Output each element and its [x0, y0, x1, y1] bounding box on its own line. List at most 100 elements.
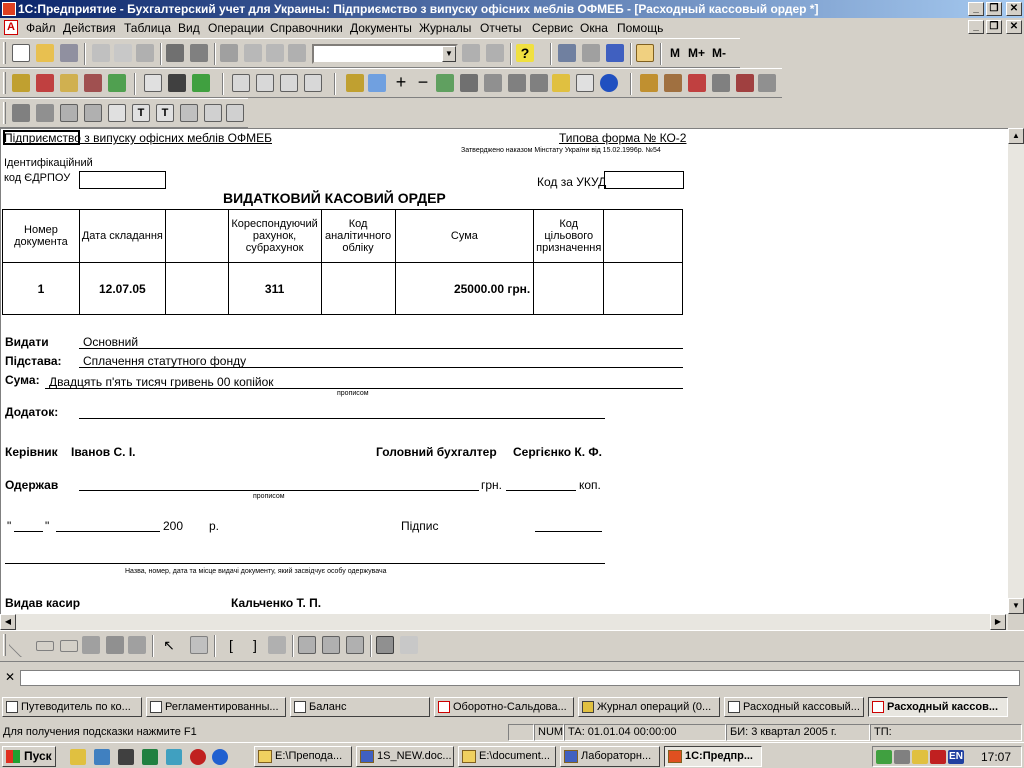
- save-icon[interactable]: [60, 44, 78, 62]
- picture-icon[interactable]: [204, 104, 222, 122]
- task-button[interactable]: 1S_NEW.doc...: [356, 746, 454, 767]
- horizontal-scrollbar[interactable]: ◀ ▶: [0, 614, 1008, 630]
- chart-icon[interactable]: [226, 104, 244, 122]
- menu-actions[interactable]: Действия: [63, 21, 116, 35]
- memory-button[interactable]: M: [670, 46, 680, 60]
- excel-icon[interactable]: [142, 749, 158, 765]
- maximize-button[interactable]: ❐: [986, 2, 1002, 16]
- cell-empty[interactable]: [164, 262, 229, 315]
- filter-icon[interactable]: [436, 74, 454, 92]
- operation-wizard-icon[interactable]: [108, 74, 126, 92]
- ukud-code-field[interactable]: [604, 171, 684, 189]
- close-button[interactable]: ✕: [1006, 2, 1022, 16]
- bracket-left-icon[interactable]: [: [222, 636, 240, 654]
- document-list-icon[interactable]: [232, 74, 250, 92]
- basis-value[interactable]: Сплачення статутного фонду: [83, 354, 246, 368]
- invoice-icon[interactable]: [256, 74, 274, 92]
- window-tab[interactable]: Регламентированны...: [146, 697, 286, 717]
- memory-subtract-button[interactable]: M-: [712, 46, 726, 60]
- sort-asc-icon[interactable]: [508, 74, 526, 92]
- cell-analytic-code[interactable]: [320, 262, 396, 315]
- field-icon[interactable]: [180, 104, 198, 122]
- doc-close-button[interactable]: ✕: [1006, 20, 1022, 34]
- table-icon[interactable]: [460, 74, 478, 92]
- find-icon[interactable]: [288, 44, 306, 62]
- message-field[interactable]: [20, 670, 1020, 686]
- text-format-icon[interactable]: T: [156, 104, 174, 122]
- cut-icon[interactable]: [92, 44, 110, 62]
- kaspersky-icon[interactable]: [930, 750, 946, 764]
- properties-icon[interactable]: [220, 44, 238, 62]
- menu-help[interactable]: Помощь: [617, 21, 663, 35]
- book-open-icon[interactable]: [346, 74, 364, 92]
- print-preview-icon[interactable]: [190, 44, 208, 62]
- start-button[interactable]: Пуск: [2, 746, 56, 767]
- toolbar-combo[interactable]: ▼: [312, 44, 458, 64]
- cell-purpose-code[interactable]: [533, 262, 605, 315]
- rectangle-icon[interactable]: [36, 641, 54, 651]
- checkered-icon[interactable]: [36, 104, 54, 122]
- language-indicator[interactable]: EN: [948, 750, 964, 764]
- window-tab-active[interactable]: Расходный кассов...: [868, 697, 1008, 717]
- close-icon[interactable]: ✕: [5, 670, 15, 684]
- print-icon[interactable]: [166, 44, 184, 62]
- selected-cell[interactable]: [3, 130, 80, 145]
- book-icon[interactable]: [636, 44, 654, 62]
- doc-minimize-button[interactable]: _: [968, 20, 984, 34]
- menu-file[interactable]: Файл: [26, 21, 56, 35]
- row-icon[interactable]: [298, 636, 316, 654]
- sheet-columns-icon[interactable]: [84, 104, 102, 122]
- cell-date[interactable]: 12.07.05: [78, 262, 166, 315]
- menu-view[interactable]: Вид: [178, 21, 200, 35]
- menu-table[interactable]: Таблица: [124, 21, 171, 35]
- help-icon[interactable]: ?: [516, 44, 534, 62]
- sum-in-words[interactable]: Двадцять п'ять тисяч гривень 00 копійок: [49, 375, 274, 389]
- ie-icon[interactable]: [212, 749, 228, 765]
- minus-icon[interactable]: −: [414, 73, 432, 92]
- opera-icon[interactable]: [190, 749, 206, 765]
- gear-icon[interactable]: [736, 74, 754, 92]
- desktop-icon[interactable]: [70, 749, 86, 765]
- menu-operations[interactable]: Операции: [208, 21, 264, 35]
- task-button[interactable]: Лабораторн...: [560, 746, 660, 767]
- bracket-right-icon[interactable]: ]: [246, 636, 264, 654]
- globe-icon[interactable]: [600, 74, 618, 92]
- tools-icon[interactable]: [688, 74, 706, 92]
- cell-sum[interactable]: 25000.00 грн.: [394, 262, 535, 315]
- picture-icon[interactable]: [82, 636, 100, 654]
- edrpou-code-field[interactable]: [79, 171, 166, 189]
- coins-icon[interactable]: [552, 74, 570, 92]
- cell-extra[interactable]: [603, 262, 683, 315]
- group-icon[interactable]: [190, 636, 208, 654]
- network-icon[interactable]: [912, 750, 928, 764]
- memo-icon[interactable]: [606, 44, 624, 62]
- ruler-icon[interactable]: [346, 636, 364, 654]
- cell-account[interactable]: 311: [227, 262, 322, 315]
- paste-icon[interactable]: [136, 44, 154, 62]
- payment-icon[interactable]: [304, 74, 322, 92]
- scroll-down-icon[interactable]: ▼: [1008, 598, 1024, 614]
- app-icon[interactable]: [2, 2, 16, 16]
- menu-service[interactable]: Сервис: [532, 21, 573, 35]
- window-tab[interactable]: Оборотно-Сальдова...: [434, 697, 574, 717]
- plus-icon[interactable]: +: [392, 73, 410, 92]
- menu-reports[interactable]: Отчеты: [480, 21, 521, 35]
- menu-windows[interactable]: Окна: [580, 21, 608, 35]
- copy-doc-icon[interactable]: [368, 74, 386, 92]
- window-tab[interactable]: Баланс: [290, 697, 430, 717]
- line-icon[interactable]: [8, 632, 34, 658]
- doc-restore-button[interactable]: ❐: [986, 20, 1002, 34]
- align-icon[interactable]: [268, 636, 286, 654]
- new-icon[interactable]: [12, 44, 30, 62]
- memory-add-button[interactable]: M+: [688, 46, 705, 60]
- menu-documents[interactable]: Документы: [350, 21, 412, 35]
- calendar-icon[interactable]: [582, 44, 600, 62]
- chevron-down-icon[interactable]: ▼: [442, 46, 456, 62]
- people-icon[interactable]: [664, 74, 682, 92]
- journal-icon[interactable]: [60, 74, 78, 92]
- cell-doc-number[interactable]: 1: [2, 262, 80, 315]
- replace-icon[interactable]: [486, 44, 504, 62]
- menu-catalogs[interactable]: Справочники: [270, 21, 343, 35]
- search-icon[interactable]: [462, 44, 480, 62]
- antivirus-icon[interactable]: [876, 750, 892, 764]
